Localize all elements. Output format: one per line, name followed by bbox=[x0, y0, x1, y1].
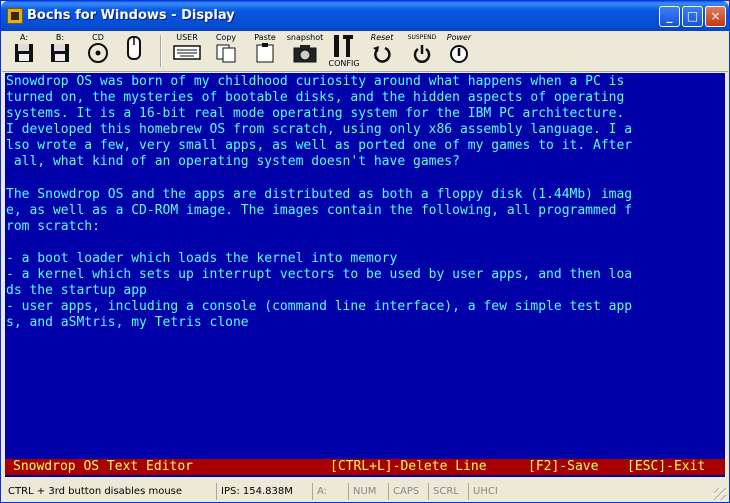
suspend-icon bbox=[413, 45, 431, 63]
floppy-disk-icon bbox=[15, 44, 33, 62]
screen-line: Snowdrop OS was born of my childhood cur… bbox=[6, 74, 625, 89]
snapshot-button[interactable]: snapshot bbox=[286, 33, 324, 67]
paste-button[interactable]: Paste bbox=[250, 33, 280, 67]
status-bar: CTRL + 3rd button disables mouse IPS: 15… bbox=[2, 480, 728, 502]
screen-line: ds the startup app bbox=[6, 283, 147, 299]
floppy-disk-icon bbox=[51, 44, 69, 62]
save-hint: [F2]-Save bbox=[528, 459, 599, 474]
caps-lock-indicator: CAPS bbox=[388, 483, 424, 500]
exit-hint: [ESC]-Exit bbox=[627, 459, 706, 474]
user-label: USER bbox=[176, 33, 198, 42]
copy-label: Copy bbox=[215, 33, 237, 42]
mouse-hint: CTRL + 3rd button disables mouse bbox=[8, 486, 183, 497]
window-title: Bochs for Windows - Display bbox=[27, 8, 235, 23]
power-label: Power bbox=[446, 33, 472, 42]
snapshot-label: snapshot bbox=[286, 33, 324, 42]
resize-grip[interactable] bbox=[714, 488, 726, 500]
config-button[interactable]: CONFIG bbox=[328, 33, 360, 68]
camera-icon bbox=[293, 45, 317, 63]
screen-line: - a boot loader which loads the kernel i… bbox=[6, 251, 398, 267]
close-button[interactable]: × bbox=[705, 6, 726, 27]
delete-line-hint: [CTRL+L]-Delete Line bbox=[330, 459, 487, 474]
screen-line bbox=[6, 235, 724, 251]
title-bar[interactable]: Bochs for Windows - Display _ □ × bbox=[1, 1, 729, 31]
toolbar: A: B: CD USER Copy Paste snapshot CONFIG… bbox=[2, 31, 728, 72]
keyboard-icon bbox=[173, 45, 201, 60]
maximize-button[interactable]: □ bbox=[682, 6, 703, 27]
cdrom-label: CD bbox=[92, 33, 104, 42]
editor-app-name: Snowdrop OS Text Editor bbox=[13, 459, 194, 474]
floppy-b-label: B: bbox=[55, 33, 65, 42]
num-lock-indicator: NUM bbox=[348, 483, 384, 500]
user-button[interactable]: USER bbox=[170, 33, 204, 67]
screen-line: systems. It is a 16-bit real mode operat… bbox=[6, 106, 625, 122]
screen-line bbox=[6, 171, 724, 187]
mouse-button[interactable] bbox=[122, 33, 146, 67]
copy-button[interactable]: Copy bbox=[212, 33, 240, 67]
reset-label: Reset bbox=[370, 33, 394, 42]
cdrom-button[interactable]: CD bbox=[84, 33, 112, 67]
screen-line: s, and aSMtris, my Tetris clone bbox=[6, 315, 249, 331]
paste-label: Paste bbox=[254, 33, 276, 42]
floppy-a-button[interactable]: A: bbox=[10, 33, 38, 67]
cd-icon bbox=[88, 43, 108, 63]
screen-line: - user apps, including a console (comman… bbox=[6, 299, 633, 315]
toolbar-separator bbox=[160, 35, 162, 67]
power-button[interactable]: Power bbox=[442, 33, 476, 67]
emulator-display[interactable]: Snowdrop OS was born of my childhood cur… bbox=[5, 73, 725, 477]
screen-line: turned on, the mysteries of bootable dis… bbox=[6, 90, 625, 106]
minimize-button[interactable]: _ bbox=[659, 6, 680, 27]
reset-icon bbox=[373, 46, 391, 63]
screen-line: lso wrote a few, very small apps, as wel… bbox=[6, 138, 633, 154]
config-label: CONFIG bbox=[328, 59, 360, 68]
mouse-icon bbox=[127, 36, 141, 60]
power-icon bbox=[450, 45, 468, 63]
copy-icon bbox=[216, 44, 236, 63]
editor-status-line: Snowdrop OS Text Editor [CTRL+L]-Delete … bbox=[5, 459, 725, 475]
bochs-app-icon bbox=[7, 8, 23, 24]
floppy-b-button[interactable]: B: bbox=[46, 33, 74, 67]
reset-button[interactable]: Reset bbox=[366, 33, 398, 67]
bochs-window: Bochs for Windows - Display _ □ × A: B: … bbox=[0, 0, 730, 503]
screen-line: The Snowdrop OS and the apps are distrib… bbox=[6, 186, 633, 202]
screen-line: rom scratch: bbox=[6, 218, 100, 234]
screen-text: Snowdrop OS was born of my childhood cur… bbox=[6, 74, 724, 332]
screen-line: all, what kind of an operating system do… bbox=[6, 154, 460, 170]
suspend-button[interactable]: SUSPEND bbox=[404, 33, 440, 67]
screen-line: - a kernel which sets up interrupt vecto… bbox=[6, 267, 633, 283]
screen-line: e, as well as a CD-ROM image. The images… bbox=[6, 202, 633, 218]
uhci-indicator: UHCI bbox=[468, 483, 504, 500]
ips-indicator: IPS: 154.838M bbox=[216, 483, 308, 500]
suspend-label: SUSPEND bbox=[407, 34, 437, 41]
config-tools-icon bbox=[334, 35, 353, 57]
floppy-a-label: A: bbox=[19, 33, 29, 42]
screen-line: I developed this homebrew OS from scratc… bbox=[6, 122, 633, 138]
paste-icon bbox=[256, 43, 274, 63]
scroll-lock-indicator: SCRL bbox=[428, 483, 464, 500]
drive-indicator: A: bbox=[312, 483, 344, 500]
